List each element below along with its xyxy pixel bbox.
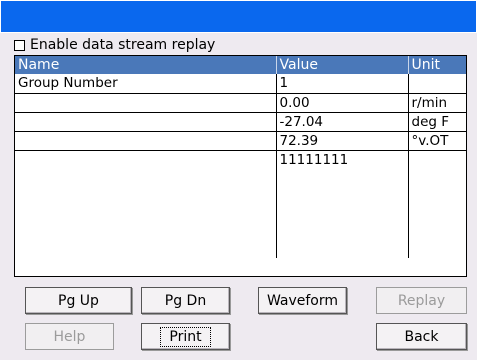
table-row[interactable]: 11111111	[15, 150, 466, 258]
table-row[interactable]: 72.39 °v.OT	[15, 131, 466, 151]
help-label: Help	[53, 328, 86, 345]
cell-unit	[408, 74, 466, 94]
title-bar	[0, 0, 477, 33]
column-header-name: Name	[15, 56, 277, 74]
waveform-label: Waveform	[266, 292, 339, 309]
print-button[interactable]: Print	[141, 323, 230, 350]
replay-button[interactable]: Replay	[376, 287, 467, 314]
column-header-unit: Unit	[408, 56, 466, 74]
table-row[interactable]: 0.00 r/min	[15, 93, 466, 113]
cell-name	[15, 150, 277, 258]
cell-value: -27.04	[276, 112, 409, 132]
waveform-button[interactable]: Waveform	[258, 287, 347, 314]
cell-value: 72.39	[276, 131, 409, 151]
cell-value: 0.00	[276, 93, 409, 113]
page-up-label: Pg Up	[58, 292, 99, 309]
cell-name	[15, 93, 277, 113]
help-button[interactable]: Help	[25, 323, 114, 350]
replay-toggle[interactable]: Enable data stream replay	[14, 36, 215, 54]
cell-unit: r/min	[408, 93, 466, 113]
replay-checkbox[interactable]	[14, 39, 25, 51]
cell-value: 11111111	[276, 150, 409, 258]
column-header-value: Value	[276, 56, 409, 74]
page-down-button[interactable]: Pg Dn	[141, 287, 230, 314]
print-label: Print	[160, 326, 211, 347]
cell-name: Group Number	[15, 74, 277, 94]
cell-name	[15, 112, 277, 132]
cell-unit: deg F	[408, 112, 466, 132]
cell-unit: °v.OT	[408, 131, 466, 151]
page-up-button[interactable]: Pg Up	[25, 287, 132, 314]
cell-unit	[408, 150, 466, 258]
table-header: Name Value Unit	[15, 56, 466, 74]
cell-name	[15, 131, 277, 151]
page-down-label: Pg Dn	[164, 292, 207, 309]
replay-label: Enable data stream replay	[30, 37, 216, 53]
replay-button-label: Replay	[397, 292, 446, 309]
back-button[interactable]: Back	[376, 323, 467, 350]
cell-value: 1	[276, 74, 409, 94]
table-row[interactable]: Group Number 1	[15, 74, 466, 94]
data-stream-table: Name Value Unit Group Number 1 0.00 r/mi…	[14, 55, 467, 277]
table-row[interactable]: -27.04 deg F	[15, 112, 466, 132]
back-label: Back	[404, 328, 439, 345]
